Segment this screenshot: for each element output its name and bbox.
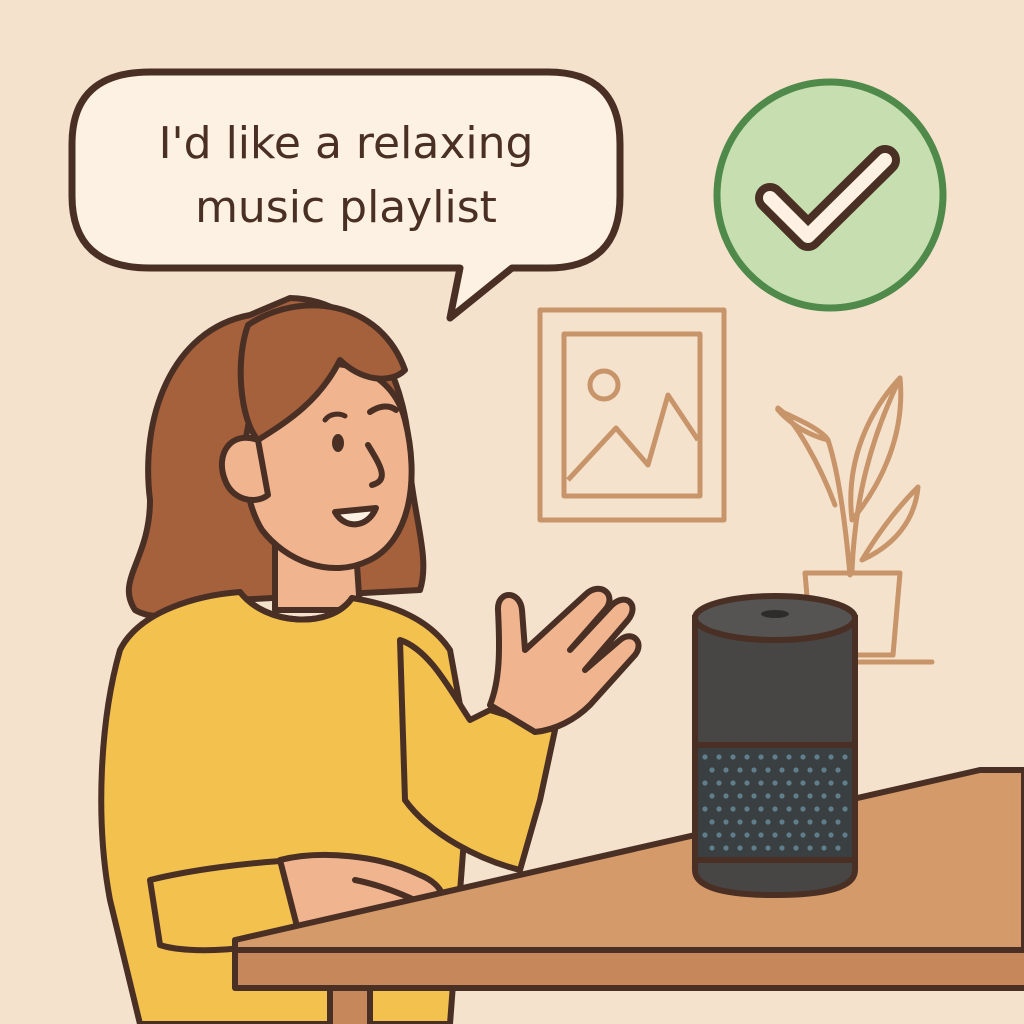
- grille-dot: [800, 780, 806, 786]
- grille-dot: [828, 780, 834, 786]
- grille-dot: [709, 845, 715, 851]
- grille-dot: [758, 832, 764, 838]
- grille-dot: [814, 832, 820, 838]
- grille-dot: [716, 754, 722, 760]
- grille-dot: [716, 780, 722, 786]
- grille-dot: [779, 819, 785, 825]
- grille-dot: [737, 767, 743, 773]
- grille-dot: [702, 754, 708, 760]
- speaker-grille: [692, 742, 858, 863]
- grille-dot: [793, 819, 799, 825]
- grille-dot: [751, 819, 757, 825]
- grille-dot: [786, 780, 792, 786]
- grille-dot: [765, 793, 771, 799]
- grille-dot: [772, 754, 778, 760]
- grille-dot: [772, 832, 778, 838]
- grille-dot: [751, 793, 757, 799]
- grille-dot: [772, 806, 778, 812]
- grille-dot: [793, 767, 799, 773]
- grille-dot: [723, 767, 729, 773]
- grille-dot: [842, 832, 848, 838]
- grille-dot: [758, 754, 764, 760]
- grille-dot: [772, 780, 778, 786]
- grille-dot: [779, 845, 785, 851]
- grille-dot: [807, 767, 813, 773]
- grille-dot: [723, 793, 729, 799]
- grille-dot: [765, 845, 771, 851]
- grille-dot: [821, 819, 827, 825]
- grille-dot: [737, 793, 743, 799]
- grille-dot: [723, 845, 729, 851]
- grille-dot: [807, 819, 813, 825]
- grille-dot: [751, 767, 757, 773]
- smart-speaker-icon: [692, 593, 858, 899]
- grille-dot: [744, 806, 750, 812]
- grille-dot: [842, 780, 848, 786]
- grille-dot: [828, 806, 834, 812]
- grille-dot: [821, 767, 827, 773]
- grille-dot: [842, 806, 848, 812]
- grille-dot: [765, 819, 771, 825]
- scene-svg: I'd like a relaxing music playlist: [0, 0, 1024, 1024]
- grille-dot: [730, 754, 736, 760]
- grille-dot: [793, 845, 799, 851]
- grille-dot: [744, 780, 750, 786]
- grille-dot: [835, 793, 841, 799]
- grille-dot: [730, 780, 736, 786]
- grille-dot: [828, 832, 834, 838]
- grille-dot: [730, 806, 736, 812]
- grille-dot: [709, 767, 715, 773]
- grille-dot: [702, 780, 708, 786]
- grille-dot: [709, 793, 715, 799]
- grille-dot: [730, 832, 736, 838]
- bubble-line-1: I'd like a relaxing: [159, 118, 534, 169]
- grille-dot: [807, 845, 813, 851]
- checkmark-circle-icon: [713, 78, 947, 312]
- grille-dot: [786, 832, 792, 838]
- grille-dot: [814, 806, 820, 812]
- grille-dot: [779, 793, 785, 799]
- bubble-line-2: music playlist: [195, 182, 497, 233]
- table-edge: [232, 947, 1024, 991]
- grille-dot: [828, 754, 834, 760]
- grille-dot: [765, 767, 771, 773]
- grille-dot: [779, 767, 785, 773]
- grille-dot: [814, 780, 820, 786]
- grille-dot: [835, 767, 841, 773]
- grille-dot: [835, 845, 841, 851]
- grille-dot: [800, 832, 806, 838]
- grille-dot: [744, 754, 750, 760]
- grille-dot: [821, 845, 827, 851]
- grille-dot: [702, 832, 708, 838]
- grille-dot: [814, 754, 820, 760]
- grille-dot: [744, 832, 750, 838]
- grille-dot: [723, 819, 729, 825]
- grille-dot: [702, 806, 708, 812]
- grille-dot: [786, 806, 792, 812]
- grille-dot: [758, 806, 764, 812]
- illustration-scene: I'd like a relaxing music playlist: [0, 0, 1024, 1024]
- grille-dot: [737, 819, 743, 825]
- grille-dot: [709, 819, 715, 825]
- grille-dot: [800, 806, 806, 812]
- grille-dot: [821, 793, 827, 799]
- grille-dot: [800, 754, 806, 760]
- grille-dot: [842, 754, 848, 760]
- grille-dot: [807, 793, 813, 799]
- grille-dot: [835, 819, 841, 825]
- speaker-base: [692, 857, 858, 899]
- grille-dot: [793, 793, 799, 799]
- grille-dot: [758, 780, 764, 786]
- ear: [218, 434, 271, 503]
- grille-dot: [786, 754, 792, 760]
- grille-dot: [716, 806, 722, 812]
- grille-dot: [737, 845, 743, 851]
- grille-dot: [716, 832, 722, 838]
- grille-dot: [751, 845, 757, 851]
